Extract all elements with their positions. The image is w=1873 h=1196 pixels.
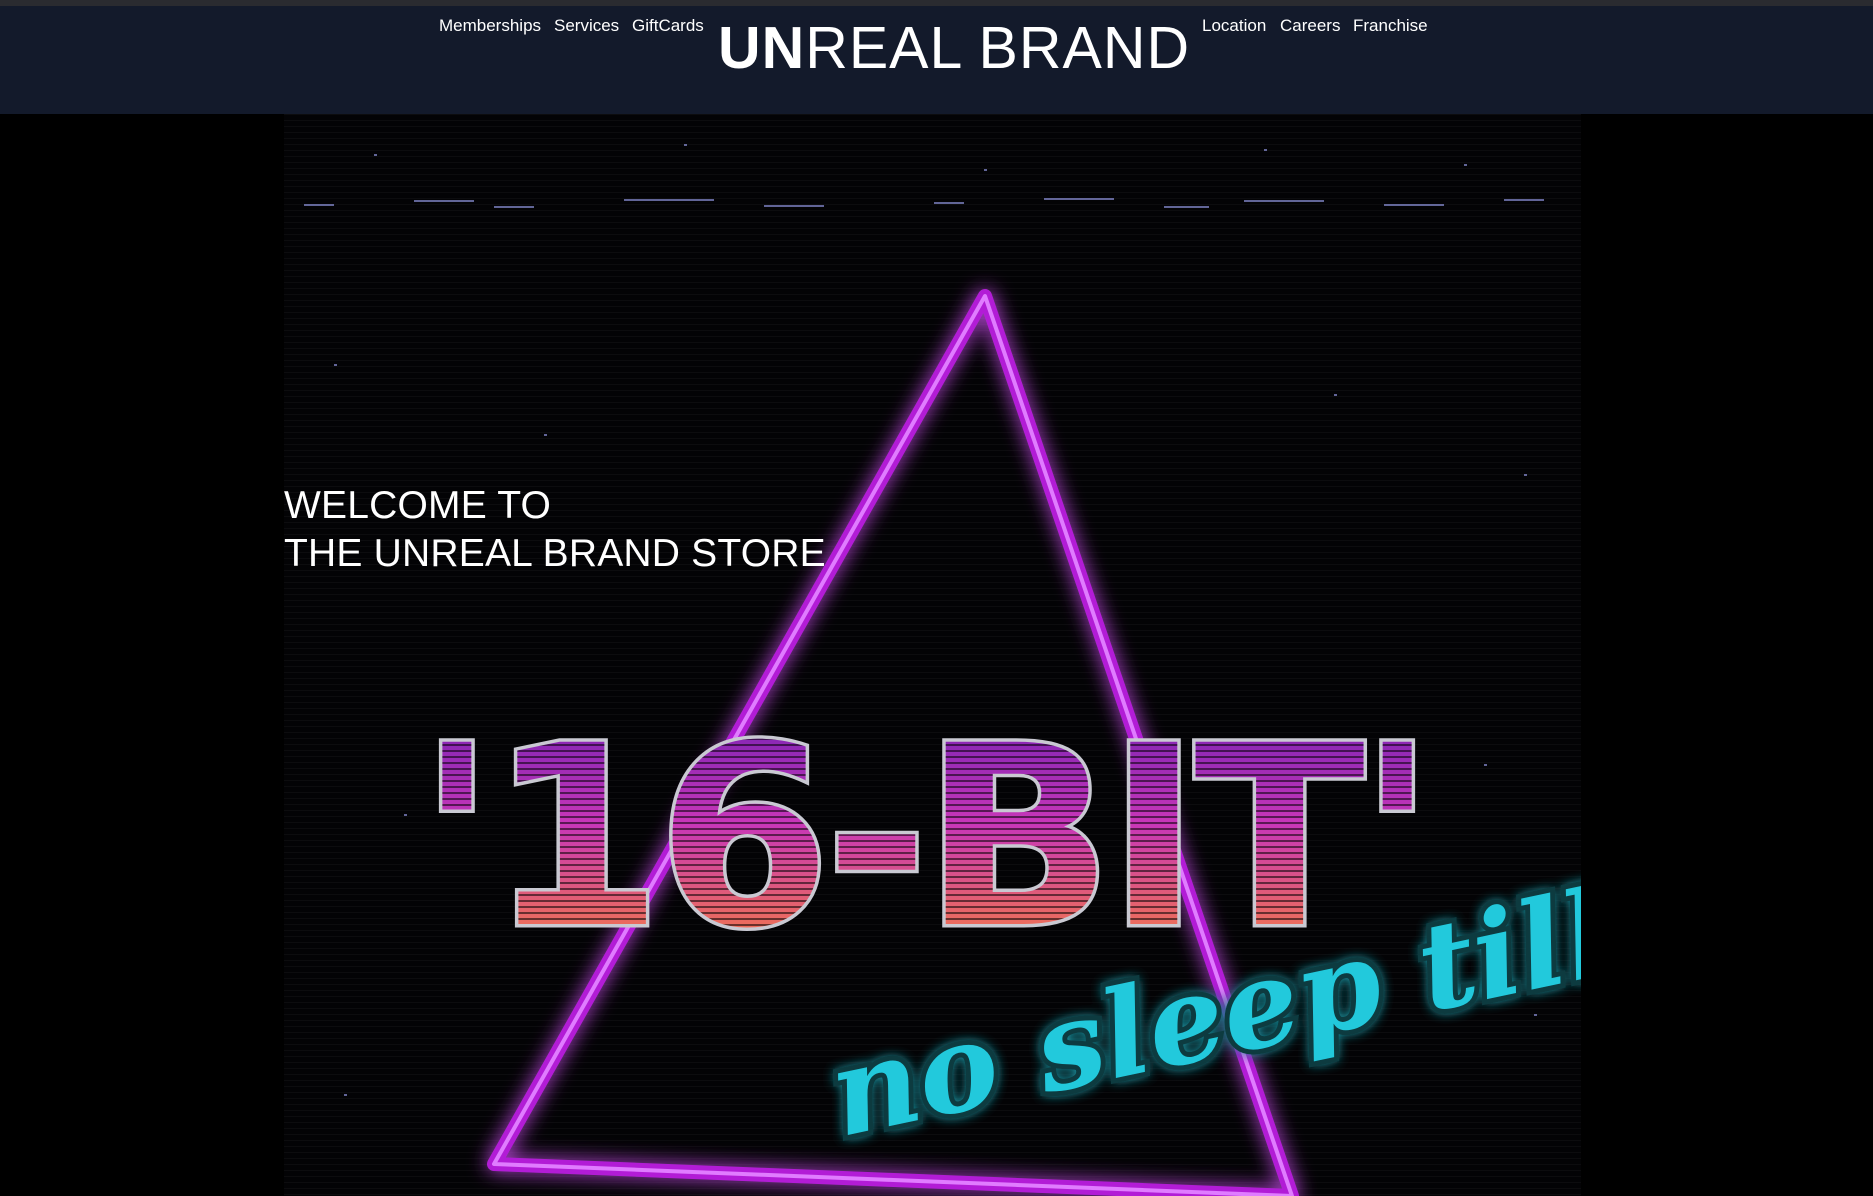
brand-logo[interactable]: UNREAL BRAND bbox=[718, 16, 1190, 80]
logo-thin-text: REAL BRAND bbox=[805, 15, 1191, 81]
nav-link-memberships[interactable]: Memberships bbox=[439, 16, 541, 36]
logo-bold-text: UN bbox=[718, 15, 806, 81]
nav-link-franchise[interactable]: Franchise bbox=[1353, 16, 1428, 36]
hero-poster-art: '16-BIT' '16-BIT' no sleep till bbox=[304, 144, 1581, 1196]
hero-headline-line1: WELCOME TO bbox=[284, 484, 552, 527]
nav-link-giftcards[interactable]: GiftCards bbox=[632, 16, 704, 36]
nav-link-location[interactable]: Location bbox=[1202, 16, 1266, 36]
hero-banner: '16-BIT' '16-BIT' no sleep till bbox=[284, 114, 1581, 1196]
hero-headline-line2: THE UNREAL BRAND STORE bbox=[284, 532, 826, 575]
top-navbar: Memberships Services GiftCards UNREAL BR… bbox=[0, 6, 1873, 114]
nav-link-careers[interactable]: Careers bbox=[1280, 16, 1340, 36]
hero-headline: WELCOME TO THE UNREAL BRAND STORE bbox=[284, 482, 826, 578]
nav-link-services[interactable]: Services bbox=[554, 16, 619, 36]
